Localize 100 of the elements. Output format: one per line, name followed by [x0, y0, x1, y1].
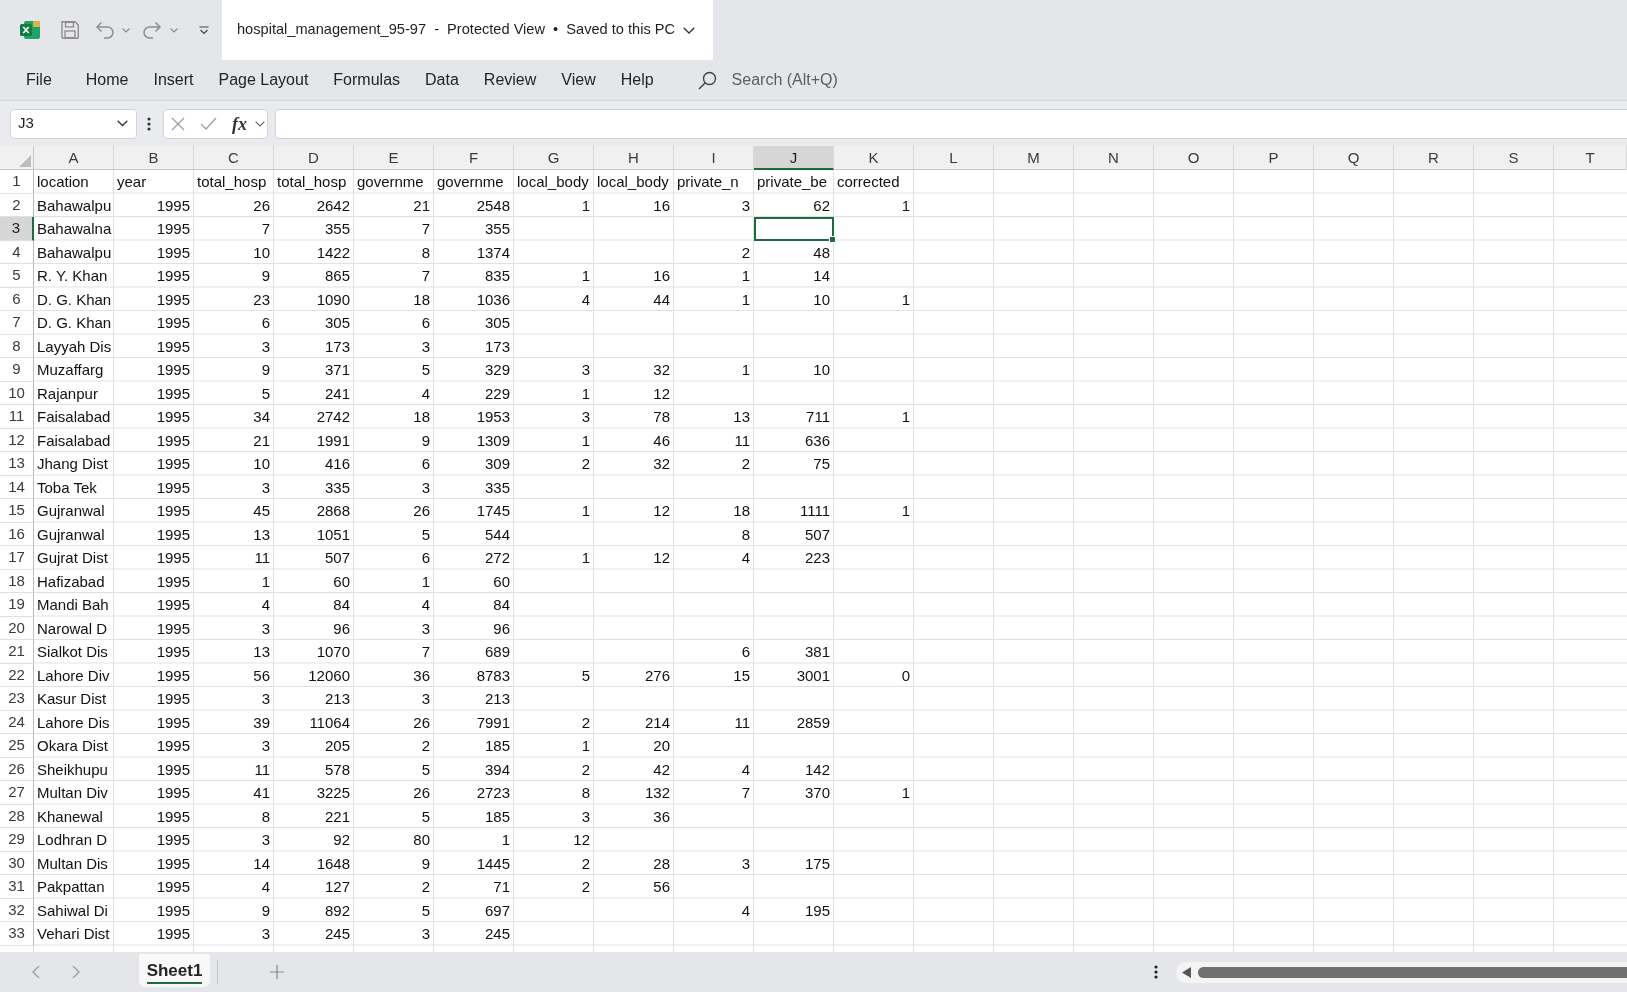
table-cell[interactable]: 711	[754, 405, 834, 429]
table-cell[interactable]: 175	[754, 851, 834, 875]
column-header[interactable]: J	[754, 146, 834, 170]
table-cell[interactable]: 46	[594, 428, 674, 452]
table-cell[interactable]: 689	[434, 640, 514, 664]
table-cell[interactable]: 4	[354, 381, 434, 405]
table-cell[interactable]: Jhang Dist	[34, 452, 114, 476]
table-cell[interactable]: 80	[354, 828, 434, 852]
table-cell[interactable]: 28	[594, 851, 674, 875]
table-cell[interactable]: 5	[354, 757, 434, 781]
column-header[interactable]: N	[1074, 146, 1154, 170]
table-cell[interactable]: 229	[434, 381, 514, 405]
table-cell[interactable]: 2642	[274, 193, 354, 217]
table-cell[interactable]: 60	[434, 569, 514, 593]
table-cell[interactable]: 5	[354, 804, 434, 828]
table-cell[interactable]: 1	[674, 287, 754, 311]
table-cell[interactable]: 10	[754, 358, 834, 382]
table-cell[interactable]: 1	[434, 828, 514, 852]
table-cell[interactable]: Lahore Dis	[34, 710, 114, 734]
column-header[interactable]: C	[194, 146, 274, 170]
caret-down-icon[interactable]	[122, 27, 130, 33]
table-cell[interactable]: 1995	[114, 898, 194, 922]
table-cell[interactable]: 7	[354, 264, 434, 288]
table-cell[interactable]: 3	[354, 616, 434, 640]
table-cell[interactable]: 78	[594, 405, 674, 429]
row-header[interactable]: 31	[0, 875, 34, 899]
table-cell[interactable]: 2859	[754, 710, 834, 734]
table-cell[interactable]: 1995	[114, 851, 194, 875]
table-cell[interactable]: 5	[514, 663, 594, 687]
table-cell[interactable]: governme	[434, 170, 514, 194]
table-cell[interactable]: 3	[194, 734, 274, 758]
table-cell[interactable]: 272	[434, 546, 514, 570]
table-cell[interactable]: 3	[354, 475, 434, 499]
table-cell[interactable]: 329	[434, 358, 514, 382]
table-cell[interactable]: 370	[754, 781, 834, 805]
table-cell[interactable]: 34	[194, 405, 274, 429]
table-cell[interactable]: 213	[274, 687, 354, 711]
table-cell[interactable]: 12	[594, 546, 674, 570]
menu-tab[interactable]: Formulas	[333, 69, 401, 91]
table-cell[interactable]: 2	[514, 710, 594, 734]
menu-tab[interactable]: Home	[85, 69, 129, 91]
table-cell[interactable]: 9	[194, 898, 274, 922]
table-cell[interactable]: 6	[354, 452, 434, 476]
table-cell[interactable]: 1995	[114, 452, 194, 476]
table-cell[interactable]: Bahawalna	[34, 217, 114, 241]
table-cell[interactable]: 12060	[274, 663, 354, 687]
table-cell[interactable]: 6	[354, 311, 434, 335]
table-cell[interactable]: 18	[354, 287, 434, 311]
bar-caret-icon[interactable]	[199, 25, 209, 35]
row-header[interactable]: 29	[0, 828, 34, 852]
table-cell[interactable]: 1	[514, 734, 594, 758]
table-cell[interactable]: 62	[754, 193, 834, 217]
table-cell[interactable]: 4	[194, 593, 274, 617]
table-cell[interactable]: 2	[354, 734, 434, 758]
table-cell[interactable]: 1	[834, 405, 914, 429]
row-header[interactable]: 33	[0, 922, 34, 946]
table-cell[interactable]: 1995	[114, 546, 194, 570]
table-cell[interactable]: 507	[274, 546, 354, 570]
caret-down-icon[interactable]	[170, 27, 178, 33]
table-cell[interactable]: 23	[194, 287, 274, 311]
table-cell[interactable]: 1	[514, 264, 594, 288]
column-header[interactable]: T	[1554, 146, 1627, 170]
table-cell[interactable]: 44	[594, 287, 674, 311]
table-cell[interactable]: 3	[194, 475, 274, 499]
row-header[interactable]: 27	[0, 781, 34, 805]
table-cell[interactable]: 6	[194, 311, 274, 335]
name-box[interactable]: J3	[10, 108, 137, 139]
table-cell[interactable]: R. Y. Khan	[34, 264, 114, 288]
table-cell[interactable]: 39	[194, 710, 274, 734]
table-cell[interactable]: 2	[354, 875, 434, 899]
table-cell[interactable]: 221	[274, 804, 354, 828]
table-cell[interactable]: 892	[274, 898, 354, 922]
table-cell[interactable]: 185	[434, 734, 514, 758]
table-cell[interactable]: private_be	[754, 170, 834, 194]
table-cell[interactable]: 127	[274, 875, 354, 899]
table-cell[interactable]: 416	[274, 452, 354, 476]
table-cell[interactable]: 16	[594, 264, 674, 288]
table-cell[interactable]: 142	[754, 757, 834, 781]
table-cell[interactable]: 7	[674, 781, 754, 805]
save-icon[interactable]	[60, 20, 80, 40]
active-cell[interactable]	[754, 217, 834, 241]
table-cell[interactable]: 3001	[754, 663, 834, 687]
table-cell[interactable]: 1995	[114, 828, 194, 852]
table-cell[interactable]: 1995	[114, 334, 194, 358]
table-cell[interactable]: 1995	[114, 781, 194, 805]
table-cell[interactable]: 1648	[274, 851, 354, 875]
search-field[interactable]: Search (Alt+Q)	[731, 68, 912, 92]
redo-icon[interactable]	[142, 20, 162, 40]
table-cell[interactable]: 1	[834, 499, 914, 523]
horizontal-scrollbar[interactable]	[1176, 962, 1627, 983]
table-cell[interactable]: Faisalabad	[34, 405, 114, 429]
table-cell[interactable]: 60	[274, 569, 354, 593]
table-cell[interactable]: 1995	[114, 522, 194, 546]
table-cell[interactable]: 20	[594, 734, 674, 758]
table-cell[interactable]: 1	[514, 193, 594, 217]
triangle-left-icon[interactable]	[1182, 967, 1191, 978]
table-cell[interactable]: 214	[594, 710, 674, 734]
table-cell[interactable]: 7991	[434, 710, 514, 734]
search-icon[interactable]	[697, 70, 717, 90]
table-cell[interactable]: 1422	[274, 240, 354, 264]
